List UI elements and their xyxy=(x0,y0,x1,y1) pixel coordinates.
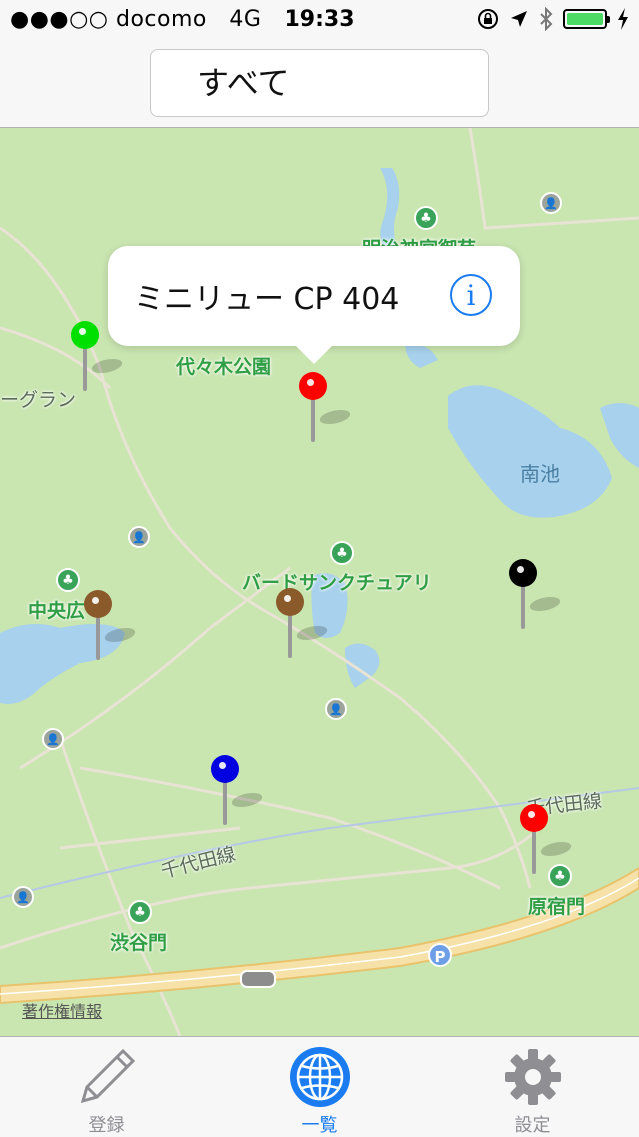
globe-icon xyxy=(289,1047,350,1107)
map-view[interactable]: 明治神宮御苑 ♣ 代々木公園 ーグラン 南池 ♣ バードサンクチュアリ ♣ 中央… xyxy=(0,128,639,1036)
info-icon[interactable]: i xyxy=(450,274,492,316)
status-bar: ●●●○○ docomo 4G 19:33 xyxy=(0,0,639,40)
tab-register[interactable]: 登録 xyxy=(0,1037,213,1137)
map-pin[interactable] xyxy=(520,804,576,876)
shibuya-tree-icon: ♣ xyxy=(128,900,152,924)
tab-register-label: 登録 xyxy=(88,1115,125,1136)
bird-sanctuary-label: バードサンクチュアリ xyxy=(242,572,432,594)
central-plaza-label: 中央広 xyxy=(28,600,86,622)
park-tree-icon: ♣ xyxy=(414,206,438,230)
central-tree-icon: ♣ xyxy=(56,568,80,592)
filter-selector[interactable]: すべて xyxy=(150,49,489,117)
pin-callout[interactable]: ミニリュー CP 404 i xyxy=(108,246,520,364)
tab-bar: 登録 一覧 設定 xyxy=(0,1036,639,1136)
map-pin[interactable] xyxy=(276,588,332,660)
harajuku-gate-label: 原宿門 xyxy=(528,896,586,918)
tab-settings-label: 設定 xyxy=(514,1115,551,1136)
navigation-bar: すべて xyxy=(0,40,639,128)
yoyogi-park-label: 代々木公園 xyxy=(176,356,272,378)
restroom-icon: 👤 xyxy=(540,192,562,214)
shibuya-gate-label: 渋谷門 xyxy=(110,932,168,954)
restroom-icon: 👤 xyxy=(128,526,150,548)
restroom-icon: 👤 xyxy=(42,728,64,750)
tab-settings[interactable]: 設定 xyxy=(426,1037,639,1137)
expressway xyxy=(0,866,639,1005)
traffic-light-icon xyxy=(240,970,276,988)
sanctuary-tree-icon: ♣ xyxy=(330,541,354,565)
battery-icon xyxy=(563,9,610,29)
map-pin-selected[interactable] xyxy=(299,372,355,444)
water-south-pond-ext xyxy=(600,403,639,468)
map-pin[interactable] xyxy=(84,590,140,662)
status-icons xyxy=(477,7,629,31)
map-pin[interactable] xyxy=(211,755,267,827)
tab-list-label: 一覧 xyxy=(301,1115,338,1136)
map-pin[interactable] xyxy=(509,559,565,631)
gear-icon xyxy=(504,1049,561,1105)
water-small-top xyxy=(405,343,438,368)
bluetooth-icon xyxy=(540,7,553,31)
restroom-icon: 👤 xyxy=(325,698,347,720)
harajuku-tree-icon: ♣ xyxy=(548,864,572,888)
map-pin[interactable] xyxy=(71,321,127,393)
rotation-lock-icon xyxy=(478,9,498,29)
location-arrow-icon xyxy=(511,11,527,27)
left-edge-label: ーグラン xyxy=(0,389,77,411)
restroom-icon: 👤 xyxy=(12,886,34,908)
pond-south-label: 南池 xyxy=(520,462,560,486)
charging-bolt-icon xyxy=(618,8,628,30)
pencil-icon xyxy=(80,1048,135,1104)
copyright-link[interactable]: 著作権情報 xyxy=(22,998,102,1022)
tab-list[interactable]: 一覧 xyxy=(213,1037,426,1137)
parking-icon: P xyxy=(428,943,452,967)
callout-title: ミニリュー CP 404 xyxy=(134,282,400,317)
water-south-pond xyxy=(448,385,612,518)
